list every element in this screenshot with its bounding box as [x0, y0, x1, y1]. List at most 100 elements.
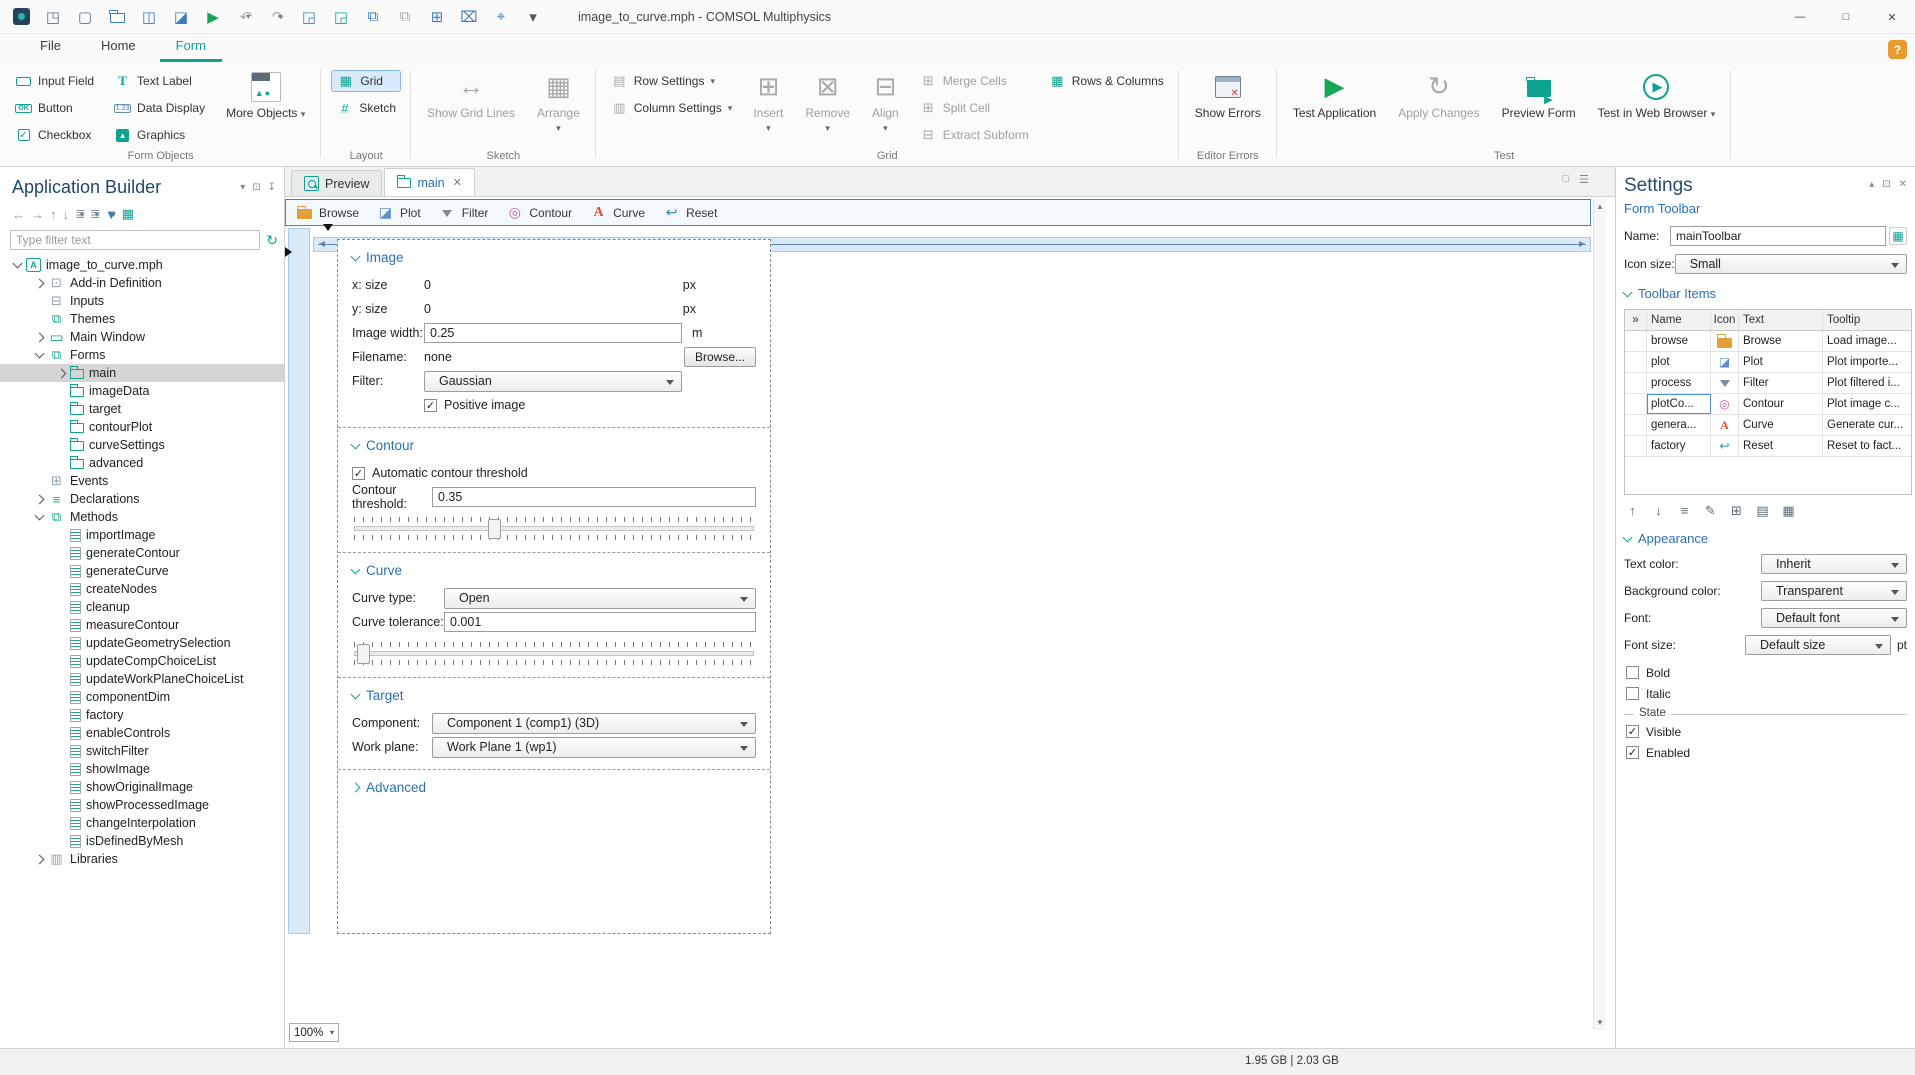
preview-zoom-icon[interactable]: ◲▾: [298, 6, 320, 28]
contour-threshold-slider[interactable]: [354, 517, 754, 540]
save-icon[interactable]: ◫▾: [138, 6, 160, 28]
toolbar-items-table[interactable]: » Name Icon Text Tooltip browse Browse L…: [1624, 309, 1912, 495]
preview-form-icon[interactable]: ◲▾: [330, 6, 352, 28]
tree-item[interactable]: imageData: [0, 382, 284, 400]
collapse-panel-icon[interactable]: ▾: [240, 182, 245, 193]
item-name-cell[interactable]: plot: [1647, 352, 1711, 372]
scroll-up-icon[interactable]: ▲: [1596, 202, 1604, 211]
item-name-cell[interactable]: process: [1647, 373, 1711, 393]
italic-checkbox[interactable]: ✓: [1626, 687, 1639, 700]
toolbar-item[interactable]: ◪ Plot: [377, 204, 421, 221]
image-width-field[interactable]: 0.25: [424, 323, 682, 343]
slider-thumb[interactable]: [357, 644, 370, 664]
tree-item[interactable]: isDefinedByMesh: [0, 832, 284, 850]
tab-main[interactable]: main ✕: [384, 168, 475, 196]
test-in-web-browser-button[interactable]: ▶ Test in Web Browser ▾: [1592, 68, 1722, 123]
qat-menu-icon[interactable]: ▾▾: [522, 6, 544, 28]
ribbon-tab[interactable]: File: [24, 34, 77, 62]
main-form-canvas[interactable]: Image x: size 0 px y: size 0 px Image width:…: [337, 239, 771, 934]
enabled-checkbox[interactable]: ✓: [1626, 746, 1639, 759]
duplicate-icon[interactable]: ⊞▾: [426, 6, 448, 28]
tree-item[interactable]: Libraries: [0, 850, 284, 868]
tree-item[interactable]: Add-in Definition: [0, 274, 284, 292]
tree-expander-icon[interactable]: [12, 258, 23, 269]
graphics-button[interactable]: ▲ Graphics: [109, 124, 210, 146]
item-tooltip-cell[interactable]: Plot image c...: [1823, 394, 1911, 414]
row-settings-button[interactable]: ▤ Row Settings ▾: [606, 70, 738, 92]
close-settings-icon[interactable]: ✕: [1899, 179, 1907, 190]
help-button[interactable]: ?: [1888, 40, 1907, 59]
browse-button[interactable]: Browse...: [683, 347, 756, 367]
tree-item[interactable]: changeInterpolation: [0, 814, 284, 832]
item-text-cell[interactable]: Reset: [1739, 436, 1823, 456]
bold-checkbox[interactable]: ✓: [1626, 666, 1639, 679]
tree-expander-icon[interactable]: [34, 332, 45, 342]
sketch-mode-button[interactable]: # Sketch: [331, 97, 401, 119]
table-row[interactable]: factory ↩ Reset Reset to fact...: [1625, 436, 1911, 457]
section-header-image[interactable]: Image: [350, 250, 756, 265]
section-header-target[interactable]: Target: [350, 688, 756, 703]
new-file-icon[interactable]: ▢▾: [74, 6, 96, 28]
tree-item[interactable]: Events: [0, 472, 284, 490]
slider-thumb[interactable]: [488, 519, 502, 539]
edit-item-icon[interactable]: ✎: [1702, 502, 1719, 519]
tree-item[interactable]: Main Window: [0, 328, 284, 346]
curve-tolerance-field[interactable]: 0.001: [444, 612, 756, 632]
section-header-curve[interactable]: Curve: [350, 563, 756, 578]
view-grid-icon[interactable]: ▦▾: [122, 206, 134, 222]
tree-item[interactable]: image_to_curve.mph: [0, 256, 284, 274]
work-plane-dropdown[interactable]: Work Plane 1 (wp1): [432, 736, 756, 758]
copy-icon[interactable]: ⧉▾: [362, 6, 384, 28]
tree-item[interactable]: updateWorkPlaneChoiceList: [0, 670, 284, 688]
data-display-button[interactable]: 1.23 Data Display: [109, 97, 210, 119]
background-color-dropdown[interactable]: Transparent: [1761, 581, 1907, 601]
move-down-icon[interactable]: ↓▾: [63, 207, 70, 222]
tree-item[interactable]: switchFilter: [0, 742, 284, 760]
tree-expander-icon[interactable]: [34, 348, 45, 359]
run-icon[interactable]: ▶▾: [202, 6, 224, 28]
item-name-cell[interactable]: factory: [1647, 436, 1711, 456]
toolbar-item[interactable]: ◎ Contour: [506, 204, 572, 221]
redo-icon[interactable]: ↷ ▾: [266, 6, 288, 28]
insert-item-icon[interactable]: ⊞: [1728, 502, 1745, 519]
model-manager-icon[interactable]: ◳▾: [42, 6, 64, 28]
apply-changes-button[interactable]: ↻ Apply Changes: [1392, 68, 1485, 123]
item-text-cell[interactable]: Filter: [1739, 373, 1823, 393]
table-row[interactable]: plot ◪ Plot Plot importe...: [1625, 352, 1911, 373]
move-up-icon[interactable]: ↑▾: [50, 207, 57, 222]
refresh-icon[interactable]: ↻: [266, 232, 278, 249]
collapse-list-icon[interactable]: ≣ ▾: [90, 206, 101, 222]
arrange-button[interactable]: ▦ Arrange ▾: [531, 68, 586, 137]
scroll-down-icon[interactable]: ▼: [1596, 1018, 1604, 1027]
tree-item[interactable]: enableControls: [0, 724, 284, 742]
icon-size-dropdown[interactable]: Small: [1674, 254, 1907, 274]
checkbox-button[interactable]: ✓ Checkbox: [10, 124, 99, 146]
tree-item[interactable]: componentDim: [0, 688, 284, 706]
toolbar-item[interactable]: Browse: [296, 205, 359, 221]
toolbar-items-header[interactable]: Toolbar Items: [1622, 286, 1907, 301]
tree-item[interactable]: factory: [0, 706, 284, 724]
curve-tolerance-slider[interactable]: [354, 642, 754, 665]
filter-dropdown[interactable]: Gaussian: [424, 370, 682, 392]
add-item-icon[interactable]: ≡: [1676, 502, 1693, 519]
forward-icon[interactable]: →▾: [31, 207, 44, 222]
toolbar-item[interactable]: Filter: [439, 205, 488, 221]
tree-item[interactable]: Inputs: [0, 292, 284, 310]
item-text-cell[interactable]: Contour: [1739, 394, 1823, 414]
move-down-icon[interactable]: ↓: [1650, 502, 1667, 519]
table-row[interactable]: process Filter Plot filtered i...: [1625, 373, 1911, 394]
tree-item[interactable]: Declarations: [0, 490, 284, 508]
show-errors-button[interactable]: Show Errors: [1189, 68, 1267, 123]
ribbon-tab[interactable]: Home: [85, 34, 152, 62]
component-dropdown[interactable]: Component 1 (comp1) (3D): [432, 712, 756, 734]
undo-icon[interactable]: ↶ ▾: [234, 6, 256, 28]
table-row[interactable]: genera... A Curve Generate cur...: [1625, 415, 1911, 436]
canvas-vertical-scrollbar[interactable]: ▲ ▼: [1593, 199, 1606, 1030]
auto-threshold-checkbox[interactable]: ✓: [352, 466, 365, 480]
tree-item[interactable]: Themes: [0, 310, 284, 328]
delete-icon[interactable]: ⌧▾: [458, 6, 480, 28]
float-settings-icon[interactable]: ⊡: [1882, 179, 1890, 190]
item-name-cell[interactable]: plotCo...: [1647, 394, 1711, 414]
name-field[interactable]: mainToolbar: [1670, 226, 1886, 246]
zoom-level-dropdown[interactable]: 100% ▾: [289, 1023, 339, 1042]
